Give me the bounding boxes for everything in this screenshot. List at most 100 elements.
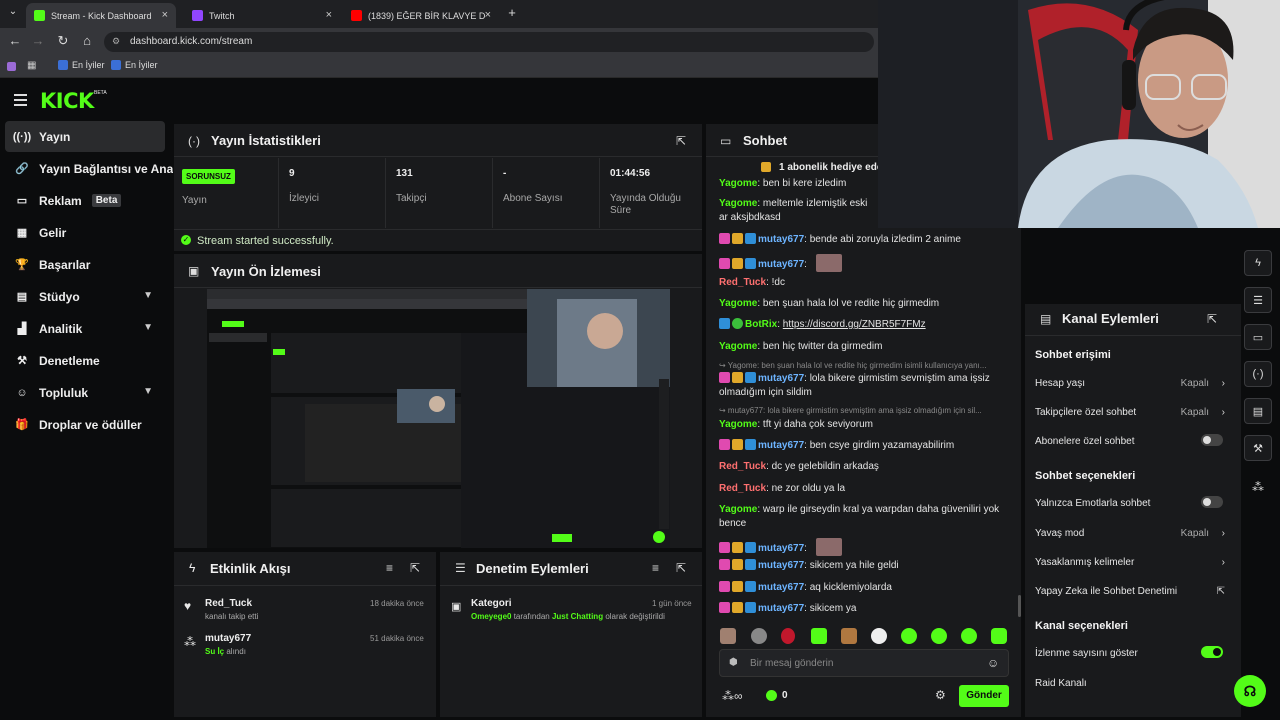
chat-input[interactable]: ⬢ Bir mesaj gönderin ☺ <box>719 649 1009 677</box>
setting-banned-words[interactable]: Yasaklanmış kelimeler › <box>1035 557 1225 568</box>
setting-ai-moderation[interactable]: Yapay Zeka ile Sohbet Denetimi ⇱ <box>1035 586 1225 597</box>
tab-youtube[interactable]: (1839) EĞER BİR KLAVYE DELİK... × <box>343 3 499 28</box>
new-tab-button[interactable]: + <box>503 5 521 20</box>
emote-button[interactable] <box>871 628 887 644</box>
apps-grid-icon[interactable]: ▦ <box>27 60 36 71</box>
emoji-picker-icon[interactable]: ☺ <box>987 656 999 670</box>
emote-button[interactable] <box>961 628 977 644</box>
emote-button[interactable] <box>720 628 736 644</box>
emote-button[interactable] <box>931 628 947 644</box>
setting-raid-channel[interactable]: Raid Kanalı <box>1035 678 1225 689</box>
popout-icon[interactable]: ⇱ <box>1207 312 1217 326</box>
menu-icon[interactable] <box>14 94 27 106</box>
crown-badge-icon <box>732 559 743 570</box>
list-icon: ☰ <box>455 561 466 575</box>
kick-logo[interactable]: KICK <box>40 89 94 113</box>
divider <box>174 287 702 288</box>
activity-user[interactable]: mutay677 <box>205 633 251 644</box>
setting-emote-only[interactable]: Yalnızca Emotlarla sohbet <box>1035 496 1225 509</box>
activity-time: 18 dakika önce <box>370 599 424 608</box>
emote-button[interactable] <box>751 628 767 644</box>
boost-badge-icon <box>745 602 756 613</box>
crown-badge-icon <box>732 233 743 244</box>
hammer-icon[interactable]: ⚒ <box>1244 435 1272 461</box>
channel-actions-icon[interactable]: ▤ <box>1244 398 1272 424</box>
kick-points-icon: ⁂ <box>184 635 196 649</box>
setting-account-age[interactable]: Hesap yaşı Kapalı › <box>1035 378 1225 389</box>
chevron-right-icon: › <box>1221 407 1225 418</box>
url-input[interactable]: ⚙ dashboard.kick.com/stream <box>104 32 874 52</box>
chat-icon[interactable]: ▭ <box>1244 324 1272 350</box>
setting-followers-only[interactable]: Takipçilere özel sohbet Kapalı › <box>1035 407 1225 418</box>
sidebar-item-analytics[interactable]: ▟ Analitik ▼ <box>5 313 165 344</box>
revenue-icon: ▦ <box>16 227 28 239</box>
sidebar-item-achievements[interactable]: 🏆 Başarılar <box>5 249 165 280</box>
crown-badge-icon <box>732 258 743 269</box>
sidebar-item-drops[interactable]: 🎁 Droplar ve ödüller <box>5 409 165 440</box>
kick-points-icon[interactable]: ⁂∞ <box>722 689 743 703</box>
emote-button[interactable] <box>841 628 857 644</box>
tab-search-icon[interactable]: ⌄ <box>4 6 22 17</box>
chevron-right-icon: › <box>1221 528 1225 539</box>
subscriber-badge-icon <box>719 559 730 570</box>
bookmark-item[interactable]: En İyiler <box>111 60 158 70</box>
list-icon[interactable]: ☰ <box>1244 287 1272 313</box>
activity-detail: Su İç alındı <box>205 647 246 656</box>
sidebar-item-ads[interactable]: ▭ Reklam Beta <box>5 185 165 216</box>
close-tab-icon[interactable]: × <box>162 9 168 21</box>
lightning-icon[interactable]: ϟ <box>1244 250 1272 276</box>
stat-followers: 131 Takipçi <box>385 158 492 228</box>
divider <box>174 585 436 586</box>
bookmark-favicon-icon <box>111 60 121 70</box>
panel-title: Sohbet <box>743 133 788 148</box>
forward-icon[interactable]: → <box>29 33 47 48</box>
home-icon[interactable]: ⌂ <box>78 33 96 48</box>
setting-show-viewcount[interactable]: İzlenme sayısını göster <box>1035 646 1225 659</box>
setting-subscribers-only[interactable]: Abonelere özel sohbet <box>1035 434 1225 447</box>
sidebar-item-revenue[interactable]: ▦ Gelir <box>5 217 165 248</box>
back-icon[interactable]: ← <box>6 33 24 48</box>
emote-button[interactable] <box>781 628 795 644</box>
show-viewcount-toggle[interactable] <box>1201 646 1223 658</box>
extension-icon[interactable] <box>7 62 16 71</box>
emote-button[interactable] <box>811 628 827 644</box>
subscriber-badge-icon <box>719 233 730 244</box>
subscriber-badge-icon <box>719 258 730 269</box>
subscribers-only-toggle[interactable] <box>1201 434 1223 446</box>
panel-title: Yayın İstatistikleri <box>211 133 321 148</box>
chat-reply-preview[interactable]: ↪ mutay677: lola bikere girmistim sevmiş… <box>719 406 982 415</box>
emote-button[interactable] <box>991 628 1007 644</box>
popout-icon[interactable]: ⇱ <box>676 561 686 575</box>
broadcast-icon[interactable]: (·) <box>1244 361 1272 387</box>
support-chat-icon[interactable]: ☊ <box>1234 675 1266 707</box>
popout-icon[interactable]: ⇱ <box>410 561 420 575</box>
popout-icon[interactable]: ⇱ <box>676 134 686 148</box>
sidebar-item-studio[interactable]: ▤ Stüdyo ▼ <box>5 281 165 312</box>
chat-scrollbar[interactable] <box>1018 595 1021 617</box>
sidebar-item-community[interactable]: ☺ Topluluk ▼ <box>5 377 165 408</box>
kick-points-icon[interactable]: ⁂ <box>1252 480 1264 494</box>
sidebar-item-moderation[interactable]: ⚒ Denetleme <box>5 345 165 376</box>
filter-icon[interactable]: ≡ <box>652 561 659 575</box>
chat-reply-preview[interactable]: ↪ Yagome: ben şuan hala lol ve redite hi… <box>719 361 986 370</box>
tab-twitch[interactable]: Twitch × <box>184 3 340 28</box>
emote-only-toggle[interactable] <box>1201 496 1223 508</box>
sidebar-item-yayin[interactable]: ((·)) Yayın <box>5 121 165 152</box>
filter-icon[interactable]: ≡ <box>386 561 393 575</box>
emote-button[interactable] <box>901 628 917 644</box>
stream-preview-video[interactable] <box>207 289 670 548</box>
bookmark-item[interactable]: En İyiler <box>58 60 105 70</box>
panel-title: Yayın Ön İzlemesi <box>211 264 321 279</box>
dashboard-header: KICK BETA <box>0 80 880 123</box>
tab-kick-dashboard[interactable]: Stream - Kick Dashboard × <box>26 3 176 28</box>
close-tab-icon[interactable]: × <box>485 9 491 21</box>
chat-link[interactable]: https://discord.gg/ZNBR5F7FMz <box>783 319 926 330</box>
sidebar-item-stream-key[interactable]: 🔗Yayın Bağlantısı ve Anahtarı <box>5 153 173 184</box>
setting-slow-mode[interactable]: Yavaş mod Kapalı › <box>1035 528 1225 539</box>
reload-icon[interactable]: ↻ <box>54 33 72 49</box>
send-button[interactable]: Gönder <box>959 685 1009 707</box>
site-info-icon[interactable]: ⚙ <box>112 36 120 47</box>
activity-user[interactable]: Red_Tuck <box>205 598 252 609</box>
close-tab-icon[interactable]: × <box>326 9 332 21</box>
chat-settings-icon[interactable]: ⚙ <box>935 688 946 702</box>
